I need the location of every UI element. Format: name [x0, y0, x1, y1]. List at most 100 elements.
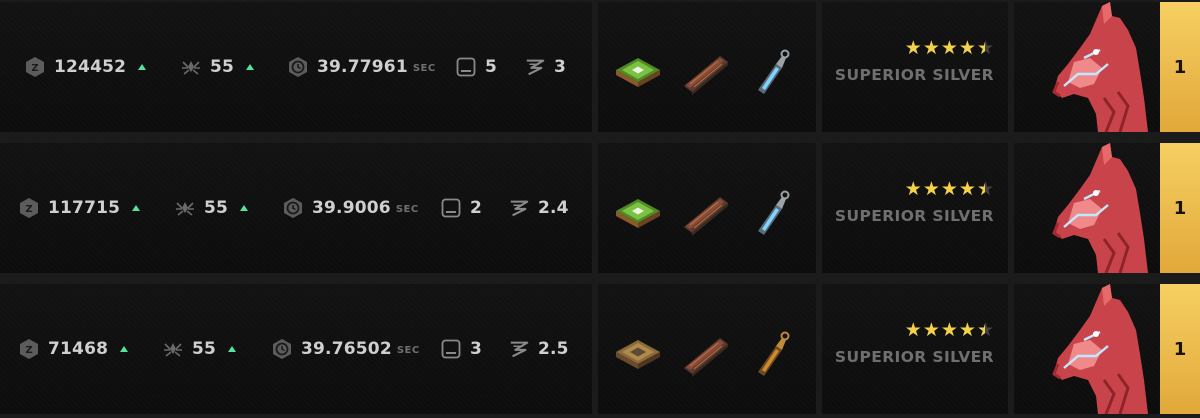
stats-panel: Z 71468 55 39.76502 SEC 3 2.5 [0, 284, 592, 414]
time-unit: SEC [412, 63, 436, 74]
time-value: 39.76502 [301, 339, 392, 359]
clock-icon [287, 56, 309, 78]
rank-badge: 1 [1160, 2, 1200, 132]
level-spider-icon [162, 338, 184, 360]
points-value: 117715 [48, 198, 121, 218]
star-rating: ★ ★ ★ ★ ★ [905, 38, 994, 58]
points-value: 71468 [48, 339, 109, 359]
up-arrow-icon [138, 64, 147, 70]
leaderboard-row[interactable]: Z 117715 55 39.9006 SEC 2 2.4 ★ ★ ★ ★ ★ … [0, 143, 1200, 274]
leaderboard-row[interactable]: Z 71468 55 39.76502 SEC 3 2.5 ★ ★ ★ ★ ★ … [0, 284, 1200, 415]
up-arrow-icon [132, 205, 141, 211]
half-star-icon: ★ [977, 38, 994, 58]
ram-stick-icon[interactable] [680, 181, 732, 237]
star-icon: ★ [958, 178, 976, 200]
clock-icon [271, 338, 293, 360]
time-stat: 39.76502 SEC [271, 338, 420, 360]
stats-panel: Z 124452 55 39.77961 SEC 5 3 [0, 2, 592, 132]
level-stat: 55 [162, 338, 237, 360]
star-icon: ★ [958, 319, 976, 341]
grade-label: SUPERIOR SILVER [834, 66, 994, 84]
star-icon: ★ [940, 319, 958, 341]
level-stat: 55 [174, 197, 249, 219]
stats-panel: Z 117715 55 39.9006 SEC 2 2.4 [0, 143, 592, 273]
horse-head-icon [1044, 2, 1164, 133]
slot-value: 3 [470, 339, 483, 359]
grade-label: SUPERIOR SILVER [834, 207, 994, 225]
tube-blue-icon[interactable] [746, 181, 798, 237]
horse-head-icon [1044, 143, 1164, 274]
ram-stick-icon[interactable] [680, 322, 732, 378]
star-rating: ★ ★ ★ ★ ★ [905, 179, 994, 199]
level-stat: 55 [180, 56, 255, 78]
rank-value: 1 [1173, 56, 1187, 78]
time-unit: SEC [396, 345, 420, 356]
z-stat: 2.5 [508, 338, 569, 360]
grade-label: SUPERIOR SILVER [834, 348, 994, 366]
horse-head-icon [1044, 284, 1164, 415]
z-brand-icon [508, 338, 530, 360]
half-star-icon: ★ [977, 320, 994, 340]
points-stat: Z 117715 [18, 197, 141, 219]
slot-value: 5 [485, 57, 498, 77]
star-icon: ★ [922, 319, 940, 341]
ram-stick-icon[interactable] [680, 40, 732, 96]
up-arrow-icon [240, 205, 249, 211]
svg-text:Z: Z [25, 345, 32, 356]
star-rating: ★ ★ ★ ★ ★ [905, 320, 994, 340]
z-brand-icon [524, 56, 546, 78]
level-value: 55 [192, 339, 217, 359]
clock-icon [282, 197, 304, 219]
z-brand-icon [508, 197, 530, 219]
svg-text:Z: Z [31, 63, 38, 74]
svg-text:Z: Z [25, 204, 32, 215]
time-value: 39.9006 [312, 198, 391, 218]
star-icon: ★ [922, 178, 940, 200]
points-stat: Z 71468 [18, 338, 129, 360]
star-icon: ★ [940, 37, 958, 59]
star-icon: ★ [904, 178, 922, 200]
parts-panel [598, 2, 816, 132]
level-spider-icon [180, 56, 202, 78]
rank-value: 1 [1173, 197, 1187, 219]
z-stat: 3 [524, 56, 566, 78]
level-spider-icon [174, 197, 196, 219]
up-arrow-icon [246, 64, 255, 70]
time-unit: SEC [395, 204, 419, 215]
slot-stat: 5 [455, 56, 497, 78]
grade-panel: ★ ★ ★ ★ ★ SUPERIOR SILVER [822, 143, 1008, 273]
rank-badge: 1 [1160, 284, 1200, 414]
time-stat: 39.77961 SEC [287, 56, 436, 78]
tube-orange-icon[interactable] [746, 322, 798, 378]
star-icon: ★ [922, 37, 940, 59]
up-arrow-icon [228, 346, 237, 352]
chip-green-icon[interactable] [612, 40, 664, 96]
grade-panel: ★ ★ ★ ★ ★ SUPERIOR SILVER [822, 284, 1008, 414]
z-value: 2.4 [538, 198, 569, 218]
level-value: 55 [210, 57, 235, 77]
parts-panel [598, 284, 816, 414]
star-icon: ★ [904, 37, 922, 59]
leaderboard: Z 124452 55 39.77961 SEC 5 3 ★ ★ ★ ★ ★ ★… [0, 0, 1200, 415]
z-value: 2.5 [538, 339, 569, 359]
time-stat: 39.9006 SEC [282, 197, 419, 219]
tube-blue-icon[interactable] [746, 40, 798, 96]
slot-icon [440, 338, 462, 360]
z-value: 3 [554, 57, 567, 77]
z-token-icon: Z [18, 197, 40, 219]
z-token-icon: Z [24, 56, 46, 78]
half-star-icon: ★ [977, 179, 994, 199]
horse-panel[interactable]: 1 [1014, 143, 1200, 274]
z-stat: 2.4 [508, 197, 569, 219]
z-token-icon: Z [18, 338, 40, 360]
horse-panel[interactable]: 1 [1014, 2, 1200, 133]
horse-panel[interactable]: 1 [1014, 284, 1200, 415]
points-value: 124452 [54, 57, 127, 77]
chip-green-icon[interactable] [612, 181, 664, 237]
leaderboard-row[interactable]: Z 124452 55 39.77961 SEC 5 3 ★ ★ ★ ★ ★ ★… [0, 2, 1200, 133]
grade-panel: ★ ★ ★ ★ ★ SUPERIOR SILVER [822, 2, 1008, 132]
slot-icon [440, 197, 462, 219]
star-icon: ★ [940, 178, 958, 200]
chip-gold-icon[interactable] [612, 322, 664, 378]
slot-stat: 3 [440, 338, 482, 360]
